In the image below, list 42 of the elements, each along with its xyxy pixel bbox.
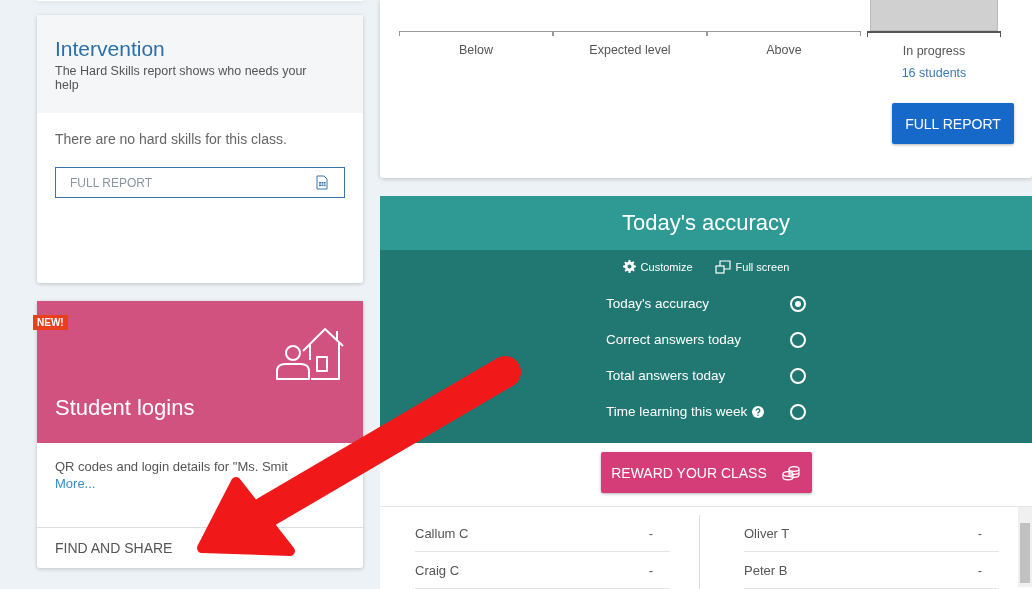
option-label: Correct answers today (606, 332, 742, 348)
settings-icon (622, 260, 636, 274)
student-name: Callum C (415, 525, 469, 541)
full-report-button[interactable]: FULL REPORT (55, 167, 345, 198)
axis-label: Above (765, 43, 803, 57)
axis-label: In progress (901, 44, 967, 58)
option-label: Today's accuracy (606, 296, 710, 312)
student-name: Craig C (415, 562, 460, 578)
axis-label: Below (457, 43, 494, 57)
spreadsheet-icon (316, 175, 328, 190)
windows-icon (714, 259, 731, 274)
new-badge: NEW! (33, 315, 68, 330)
card-title: Student logins (55, 395, 196, 421)
student-name: Oliver T (744, 525, 790, 541)
reward-button[interactable]: REWARD YOUR CLASS (600, 452, 812, 493)
radio-button[interactable] (790, 367, 806, 384)
radio-button[interactable] (790, 403, 806, 420)
full-report-button[interactable]: FULL REPORT (892, 103, 1014, 144)
student-name: Peter B (744, 562, 788, 578)
person-house-icon (273, 327, 345, 381)
option-label: Time learning this week (606, 404, 748, 420)
card-subtitle: The Hard Skills report shows who needs your help (55, 64, 308, 92)
more-link[interactable]: More... (55, 475, 96, 492)
student-count-link[interactable]: 16 students (867, 66, 1001, 80)
coins-icon (780, 464, 801, 481)
card-title: Intervention (55, 37, 166, 61)
student-value: - (648, 525, 653, 541)
scrollbar[interactable] (1018, 507, 1032, 587)
scrollbar-thumb[interactable] (1020, 523, 1030, 583)
axis-label: Expected level (588, 43, 672, 57)
toolbar-settings-button[interactable]: Customize (622, 259, 693, 274)
student-value: - (977, 525, 982, 541)
card-description: QR codes and login details for "Ms. Smit (55, 458, 288, 475)
radio-button[interactable] (790, 331, 806, 348)
toolbar-fullscreen-button[interactable]: Full screen (714, 259, 790, 274)
panel-title: Today's accuracy (380, 195, 1032, 250)
empty-message: There are no hard skills for this class. (55, 131, 288, 147)
radio-button[interactable] (790, 295, 806, 312)
student-value: - (977, 562, 982, 578)
student-value: - (648, 562, 653, 578)
help-icon (752, 405, 765, 418)
option-label: Total answers today (606, 368, 726, 384)
